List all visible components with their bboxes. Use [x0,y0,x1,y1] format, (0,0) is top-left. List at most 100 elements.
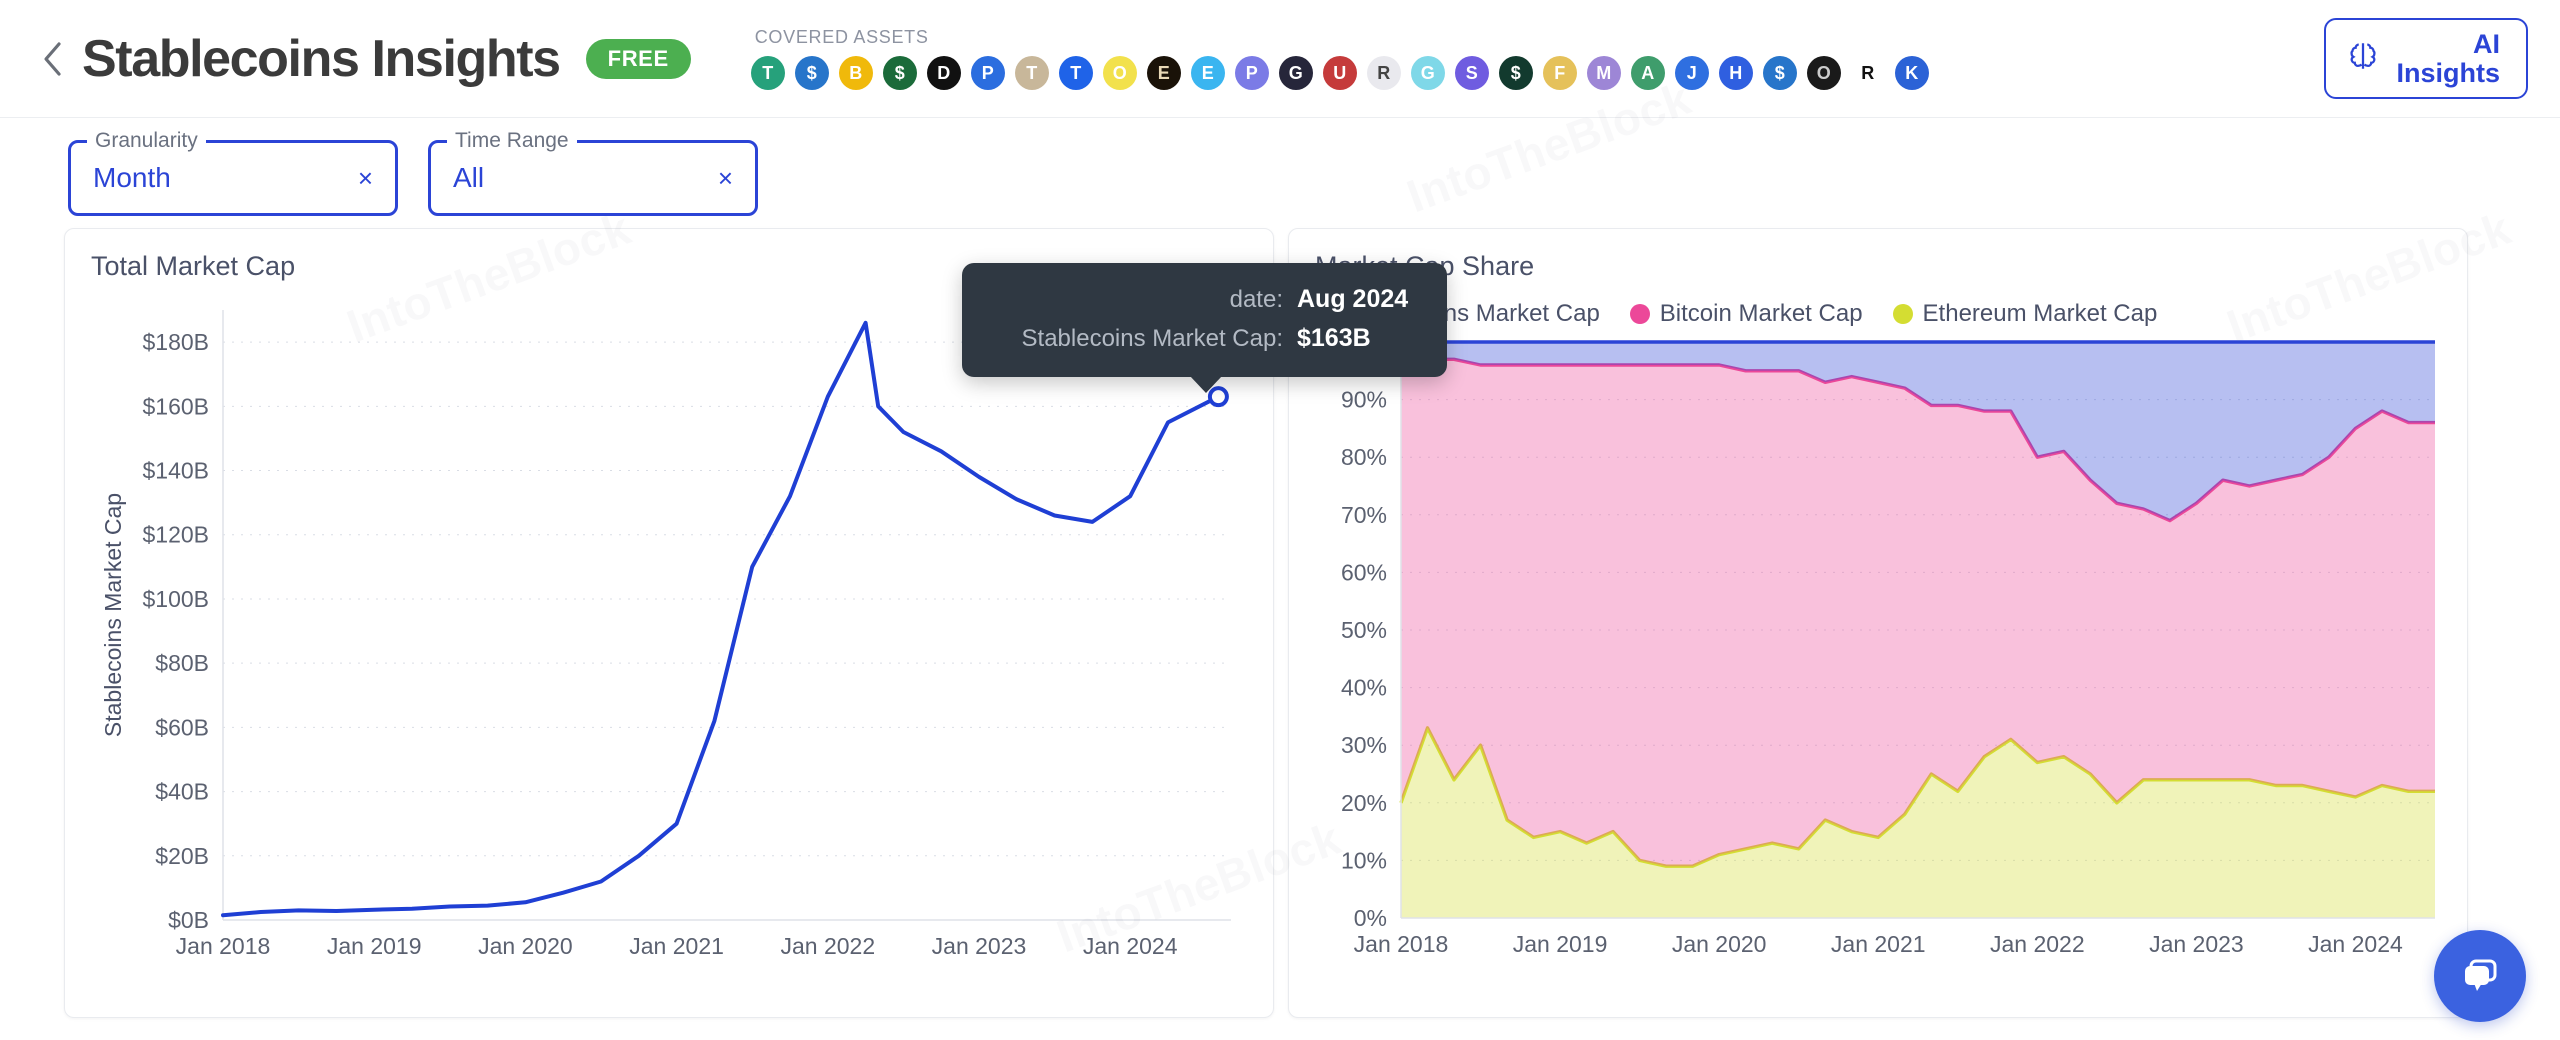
svg-text:$180B: $180B [142,329,209,355]
svg-text:0%: 0% [1354,905,1387,931]
svg-text:$120B: $120B [142,522,209,548]
page-title: Stablecoins Insights [82,29,561,88]
svg-text:$160B: $160B [142,393,209,419]
svg-text:Jan 2018: Jan 2018 [1354,931,1449,957]
svg-text:80%: 80% [1341,444,1387,470]
asset-icon-usd-coin[interactable]: $ [794,56,829,90]
asset-icon-gho[interactable]: G [1410,56,1445,90]
svg-text:90%: 90% [1341,387,1387,413]
svg-text:40%: 40% [1341,675,1387,701]
chat-widget-button[interactable] [2434,930,2526,1022]
svg-text:Jan 2021: Jan 2021 [629,933,724,959]
asset-icon-alchemix-usd[interactable]: A [1630,56,1665,90]
svg-text:Jan 2024: Jan 2024 [2308,931,2403,957]
asset-icon-usdj[interactable]: J [1674,56,1709,90]
plan-badge: FREE [585,38,691,79]
tooltip-arrow [1190,376,1222,393]
asset-icon-flex-usd[interactable]: F [1542,56,1577,90]
asset-icon-gemini-dollar[interactable]: G [1278,56,1313,90]
back-button[interactable] [32,38,74,80]
market-cap-share-plot[interactable]: 0% 10% 20% 30% 40% 50% 60% 70% 80% 90% Jan 2018 Jan… [1315,328,2441,976]
legend-dot-icon [1629,304,1650,324]
asset-icon-tether-gold[interactable]: T [1014,56,1049,90]
asset-icon-dai[interactable]: D [926,56,961,90]
market-cap-share-title: Market Cap Share [1315,251,1535,281]
time-range-select[interactable]: Time Range All × [428,129,758,216]
asset-icon-pax-dollar[interactable]: P [1234,56,1269,90]
title-group: Stablecoins Insights FREE [82,29,691,89]
granularity-label: Granularity [87,129,206,153]
svg-text:Jan 2021: Jan 2021 [1831,931,1926,957]
covered-assets-section: COVERED ASSETS T $ B $ D P T T O E E P G U R G S $ F M A J H $ O… [750,27,2295,90]
svg-text:Jan 2019: Jan 2019 [1513,931,1608,957]
asset-icon-ousd[interactable]: O [1806,56,1841,90]
legend-item-2[interactable]: Ethereum Market Cap [1892,300,2158,328]
tooltip-key: Stablecoins Market Cap: [1021,325,1283,352]
svg-text:Jan 2019: Jan 2019 [327,933,422,959]
asset-icon-ethena-usde[interactable]: O [1102,56,1137,90]
svg-text:30%: 30% [1341,732,1387,758]
legend-label: Bitcoin Market Cap [1659,300,1863,327]
ai-insights-line1: AI [2473,29,2500,60]
asset-icon-binance-usd[interactable]: B [838,56,873,90]
asset-icon-reserve[interactable]: R [1850,56,1885,90]
tooltip-row: date: Aug 2024 [992,285,1417,314]
tooltip-value: Aug 2024 [1297,285,1409,313]
time-range-clear-icon[interactable]: × [718,165,733,191]
granularity-select[interactable]: Granularity Month × [68,129,398,216]
asset-icon-tether[interactable]: T [750,56,785,90]
svg-text:70%: 70% [1341,502,1387,528]
time-range-label: Time Range [447,129,577,153]
market-cap-share-card: Market Cap Share Stablecoins Market CapB… [1288,228,2468,1018]
asset-icon-usdp[interactable]: $ [1762,56,1797,90]
covered-assets-list: T $ B $ D P T T O E E P G U R G S $ F M A J H $ O R K [750,56,2295,90]
asset-icon-trueusd[interactable]: $ [882,56,917,90]
app-header: Stablecoins Insights FREE COVERED ASSETS… [0,0,2560,118]
asset-icon-tusd[interactable]: T [1058,56,1093,90]
svg-text:$60B: $60B [155,714,209,740]
svg-text:Stablecoins Market Cap: Stablecoins Market Cap [100,493,126,737]
asset-icon-rainbow-coin[interactable]: R [1366,56,1401,90]
asset-icon-usdd-flag[interactable]: U [1322,56,1357,90]
asset-icon-kava-usd[interactable]: K [1894,56,1929,90]
asset-icon-frax[interactable]: $ [1498,56,1533,90]
svg-text:Jan 2022: Jan 2022 [1990,931,2085,957]
chat-bubble-icon [2456,950,2504,1003]
time-range-value: All [453,162,485,193]
total-market-cap-plot[interactable]: Stablecoins Market Cap $0B $20B $40B $60B $80… [91,282,1247,982]
app-root: Stablecoins Insights FREE COVERED ASSETS… [0,0,2560,1040]
svg-text:10%: 10% [1341,847,1387,873]
legend-item-1[interactable]: Bitcoin Market Cap [1629,300,1863,328]
asset-icon-mim[interactable]: M [1586,56,1621,90]
svg-text:Jan 2024: Jan 2024 [1083,933,1178,959]
market-cap-share-legend: Stablecoins Market Cap Bitcoin Market Cap… [1315,300,2441,328]
tooltip-row: Stablecoins Market Cap: $163B [992,324,1417,353]
filter-bar: Granularity Month × Time Range All × [0,118,2560,228]
covered-assets-label: COVERED ASSETS [754,27,929,47]
brain-icon [2346,39,2380,78]
ai-insights-label: AI Insights [2396,30,2500,87]
svg-text:60%: 60% [1341,559,1387,585]
svg-text:Jan 2023: Jan 2023 [932,933,1027,959]
svg-text:Jan 2022: Jan 2022 [780,933,875,959]
svg-text:Jan 2020: Jan 2020 [1672,931,1767,957]
svg-text:50%: 50% [1341,617,1387,643]
svg-text:$140B: $140B [142,458,209,484]
asset-icon-susd[interactable]: S [1454,56,1489,90]
asset-icon-euro-coin[interactable]: E [1190,56,1225,90]
granularity-clear-icon[interactable]: × [358,165,373,191]
ai-insights-line2: Insights [2396,57,2500,88]
asset-icon-husd[interactable]: H [1718,56,1753,90]
svg-text:20%: 20% [1341,790,1387,816]
asset-icon-paypal-usd[interactable]: P [970,56,1005,90]
svg-text:Jan 2018: Jan 2018 [176,933,271,959]
legend-dot-icon [1892,304,1913,324]
asset-icon-eos-usd[interactable]: E [1146,56,1181,90]
legend-label: Ethereum Market Cap [1922,300,2158,327]
svg-text:$0B: $0B [168,907,209,933]
ai-insights-button[interactable]: AI Insights [2324,18,2528,99]
chart-tooltip: date: Aug 2024 Stablecoins Market Cap: $… [962,263,1447,393]
granularity-value: Month [93,162,171,193]
svg-text:Jan 2020: Jan 2020 [478,933,573,959]
svg-text:$100B: $100B [142,586,209,612]
